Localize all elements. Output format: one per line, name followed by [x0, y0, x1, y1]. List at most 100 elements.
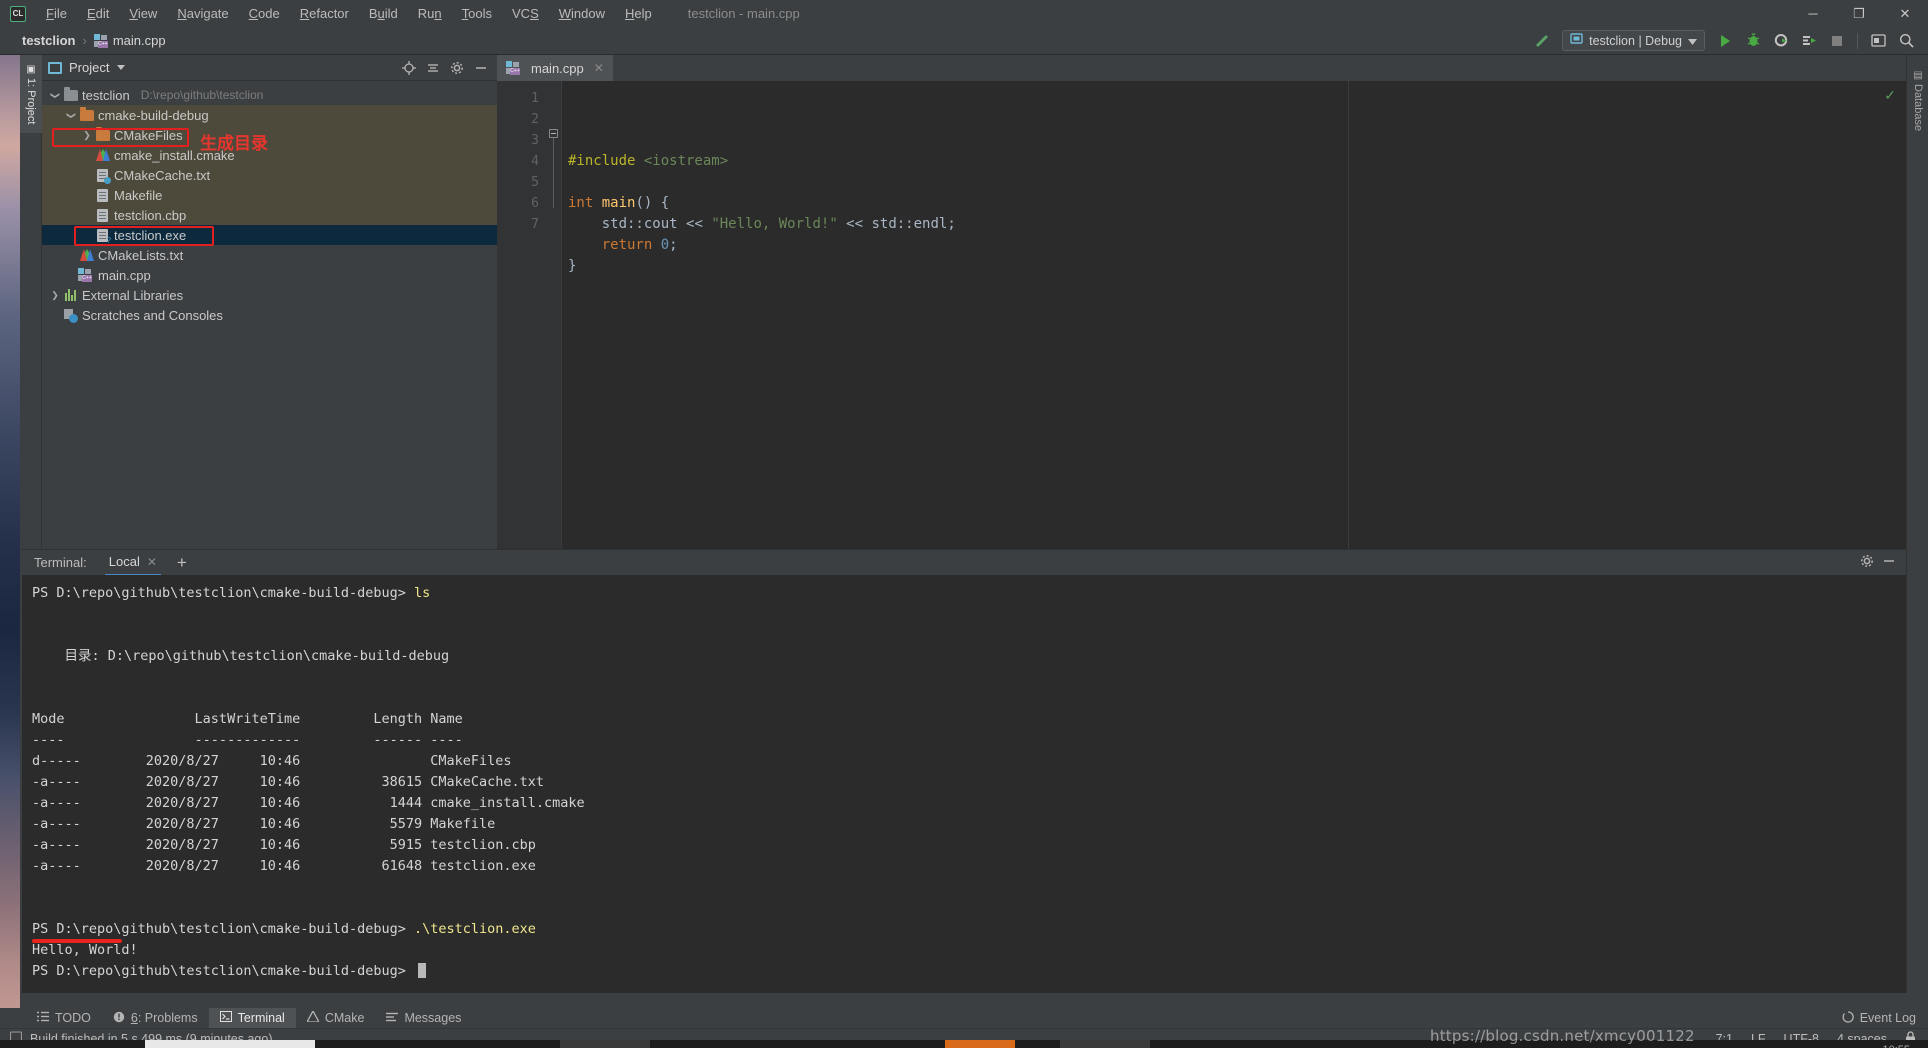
toolbar-divider	[1857, 32, 1858, 49]
tree-node-testclion[interactable]: ❯ testclion D:\repo\github\testclion	[42, 85, 497, 105]
tree-twisty-icon[interactable]: ❯	[50, 88, 61, 102]
run-config-label: testclion | Debug	[1589, 33, 1682, 48]
line-number[interactable]: 4	[497, 151, 547, 172]
doc-gear-icon	[94, 168, 111, 184]
tree-twisty-icon[interactable]: ❯	[80, 130, 94, 141]
tree-node-label: Scratches and Consoles	[82, 307, 223, 323]
hide-window-icon[interactable]	[1865, 29, 1891, 53]
tree-node-external-libraries[interactable]: ❯ External Libraries	[42, 285, 497, 305]
line-number[interactable]: 6	[497, 193, 547, 214]
stop-icon[interactable]	[1824, 29, 1850, 53]
taskbar-item-4[interactable]	[1060, 1040, 1150, 1048]
collapse-all-icon[interactable]	[423, 58, 443, 78]
clion-logo-icon: CL	[10, 5, 26, 22]
breadcrumb-project[interactable]: testclion	[22, 33, 75, 48]
line-number[interactable]: 2	[497, 109, 547, 130]
taskbar-item-3[interactable]	[945, 1040, 1015, 1048]
breadcrumb-file[interactable]: main.cpp	[113, 33, 166, 48]
run-icon[interactable]	[1712, 29, 1738, 53]
locate-icon[interactable]	[399, 58, 419, 78]
bottom-tab-terminal-label: Terminal	[237, 1011, 285, 1025]
tree-node-testclion-exe[interactable]: ? testclion.exe	[42, 225, 497, 245]
tree-node-main-cpp[interactable]: C++ main.cpp	[42, 265, 497, 285]
menu-item-code[interactable]: Code	[239, 3, 290, 24]
tree-node-cmake-install-cmake[interactable]: cmake_install.cmake	[42, 145, 497, 165]
menu-item-run[interactable]: Run	[408, 3, 452, 24]
close-icon[interactable]: ✕	[147, 555, 157, 569]
code-line: #include <iostream>	[562, 151, 1906, 172]
menu-item-edit[interactable]: Edit	[77, 3, 119, 24]
sidebar-item-database[interactable]: ▤ Database	[1907, 61, 1928, 141]
maximize-button[interactable]: ❐	[1836, 0, 1882, 27]
menu-item-refactor[interactable]: Refactor	[290, 3, 359, 24]
add-terminal-button[interactable]: +	[177, 554, 187, 571]
taskbar-item-active[interactable]	[145, 1040, 315, 1048]
taskbar-item-2[interactable]	[560, 1040, 650, 1048]
terminal-line: -a---- 2020/8/27 10:46 5915 testclion.cb…	[32, 835, 1906, 856]
line-number[interactable]: 7	[497, 214, 547, 235]
terminal-line: PS D:\repo\github\testclion\cmake-build-…	[32, 919, 1906, 940]
close-icon[interactable]: ✕	[594, 61, 604, 75]
close-button[interactable]: ✕	[1882, 0, 1928, 27]
menu-item-navigate[interactable]: Navigate	[167, 3, 238, 24]
terminal-text: -a---- 2020/8/27 10:46 5915 testclion.cb…	[32, 837, 536, 853]
tree-node-cmakelists-txt[interactable]: CMakeLists.txt	[42, 245, 497, 265]
hide-icon[interactable]	[471, 58, 491, 78]
terminal-line: -a---- 2020/8/27 10:46 1444 cmake_instal…	[32, 793, 1906, 814]
run-configuration-selector[interactable]: testclion | Debug	[1562, 30, 1705, 51]
hide-icon[interactable]	[1882, 554, 1896, 571]
code-text[interactable]: #include <iostream> int main() { std::cou…	[561, 81, 1906, 549]
search-icon[interactable]	[1893, 29, 1919, 53]
debug-icon[interactable]	[1740, 29, 1766, 53]
line-number[interactable]: 1	[497, 88, 547, 109]
sidebar-item-project[interactable]: ▣ 1: Project	[20, 55, 42, 133]
project-tree[interactable]: ❯ testclion D:\repo\github\testclion ❯ cmake…	[42, 81, 497, 325]
tree-node-makefile[interactable]: Makefile	[42, 185, 497, 205]
editor-tabs: C++ main.cpp ✕	[497, 55, 1906, 81]
menu-item-window[interactable]: Window	[549, 3, 615, 24]
terminal-text: PS D:\repo\github\testclion\cmake-build-…	[32, 921, 415, 937]
tree-node-cmakefiles[interactable]: ❯ CMakeFiles	[42, 125, 497, 145]
gear-icon[interactable]	[1860, 554, 1874, 571]
tree-node-cmakecache-txt[interactable]: CMakeCache.txt	[42, 165, 497, 185]
terminal-output[interactable]: PS D:\repo\github\testclion\cmake-build-…	[22, 575, 1906, 993]
chevron-down-icon	[1688, 32, 1697, 50]
line-number[interactable]: 5	[497, 172, 547, 193]
line-number-gutter[interactable]: 1234567	[497, 81, 561, 549]
tab-main-cpp[interactable]: C++ main.cpp ✕	[497, 55, 613, 81]
run-coverage-icon[interactable]	[1768, 29, 1794, 53]
hammer-icon[interactable]	[1529, 29, 1555, 53]
fold-toggle-icon[interactable]	[549, 129, 558, 138]
menu-item-view[interactable]: View	[119, 3, 167, 24]
menu-item-vcs[interactable]: VCS	[502, 3, 549, 24]
tree-node-cmake-build-debug[interactable]: ❯ cmake-build-debug	[42, 105, 497, 125]
bottom-tab-terminal[interactable]: Terminal	[208, 1008, 296, 1028]
bottom-tab-cmake[interactable]: CMake	[296, 1008, 376, 1028]
tree-twisty-icon[interactable]: ❯	[66, 108, 77, 122]
tree-node-scratches-and-consoles[interactable]: Scratches and Consoles	[42, 305, 497, 325]
tree-twisty-icon[interactable]: ❯	[48, 290, 62, 301]
menu-item-help[interactable]: Help	[615, 3, 662, 24]
bottom-tab-messages[interactable]: Messages	[375, 1008, 472, 1028]
menu-item-build[interactable]: Build	[359, 3, 408, 24]
line-number[interactable]: 3	[497, 130, 561, 151]
menu-item-tools[interactable]: Tools	[452, 3, 502, 24]
terminal-tab-local[interactable]: Local ✕	[104, 550, 161, 576]
menu-item-file[interactable]: File	[36, 3, 77, 24]
chevron-down-icon[interactable]	[117, 65, 126, 70]
terminal-text: -a---- 2020/8/27 10:46 61648 testclion.e…	[32, 858, 536, 874]
annotation-underline-hello-world	[32, 939, 122, 943]
terminal-text: -a---- 2020/8/27 10:46 1444 cmake_instal…	[32, 795, 585, 811]
profile-icon[interactable]	[1796, 29, 1822, 53]
minimize-button[interactable]: ─	[1790, 0, 1836, 27]
gear-icon[interactable]	[447, 58, 467, 78]
code-token: ;	[669, 237, 678, 253]
bottom-tab-problems[interactable]: 6: Problems	[102, 1008, 209, 1028]
tree-node-testclion-cbp[interactable]: testclion.cbp	[42, 205, 497, 225]
code-line: int main() {	[562, 193, 1906, 214]
event-log-button[interactable]: Event Log	[1842, 1010, 1916, 1026]
bottom-tab-todo[interactable]: TODO	[26, 1008, 102, 1028]
inspection-status-icon[interactable]: ✓	[1884, 87, 1896, 104]
code-folding-gutter[interactable]	[547, 81, 561, 549]
run-config-icon	[1570, 32, 1583, 50]
